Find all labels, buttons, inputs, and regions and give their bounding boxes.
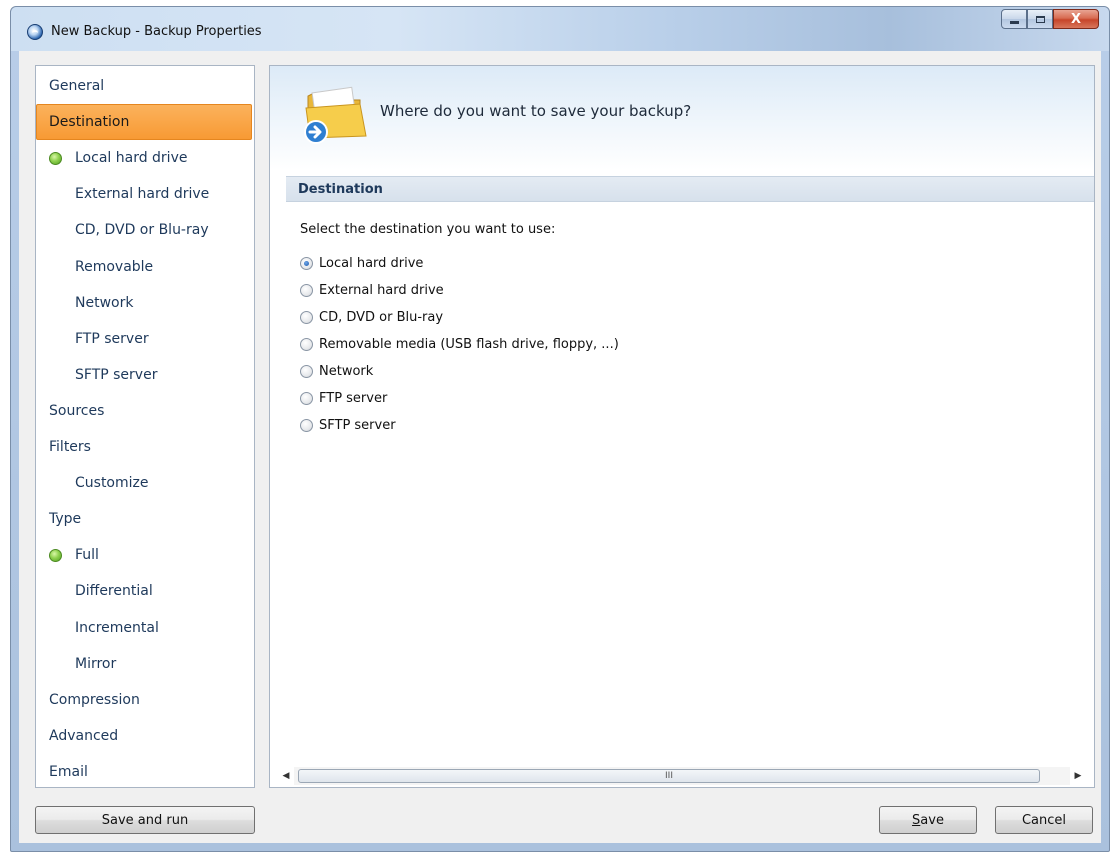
nav-item-label: SFTP server (75, 366, 158, 383)
nav-item[interactable]: Full (37, 537, 253, 573)
green-dot-icon (49, 152, 62, 166)
radio-button[interactable] (300, 364, 313, 378)
nav-item-label: Email (49, 763, 88, 780)
destination-option[interactable]: Local hard drive (300, 252, 423, 274)
nav-item[interactable]: Customize (37, 465, 253, 501)
save-label: ave (920, 812, 944, 828)
nav-item[interactable]: General (37, 68, 253, 104)
nav-item[interactable]: External hard drive (37, 176, 253, 212)
nav-item[interactable]: Type (37, 501, 253, 537)
nav-item[interactable]: Incremental (37, 610, 253, 646)
radio-button[interactable] (300, 256, 313, 270)
nav-item[interactable]: CD, DVD or Blu-ray (37, 212, 253, 248)
destination-option-label: FTP server (319, 390, 388, 406)
destination-option-label: CD, DVD or Blu-ray (319, 309, 444, 325)
scrollbar-track[interactable]: III (294, 767, 1070, 785)
nav-item-label: Incremental (75, 619, 159, 636)
nav-item-label: Differential (75, 583, 153, 600)
nav-item-label: Advanced (49, 727, 119, 744)
nav-item[interactable]: FTP server (37, 321, 253, 357)
nav-item[interactable]: Compression (37, 682, 253, 718)
nav-item-label: Local hard drive (75, 150, 188, 167)
destination-option-label: External hard drive (319, 282, 444, 298)
destination-option-label: Local hard drive (319, 255, 424, 271)
radio-button[interactable] (300, 283, 313, 297)
nav-item[interactable]: Local hard drive (37, 140, 253, 176)
scroll-left-arrow-icon[interactable]: ◀ (278, 767, 294, 785)
destination-instruction: Select the destination you want to use: (300, 222, 556, 237)
nav-item-label: Compression (49, 691, 140, 708)
minimize-icon (1009, 20, 1019, 24)
nav-item[interactable]: Mirror (37, 646, 253, 682)
nav-item[interactable]: Network (37, 285, 253, 321)
section-title: Destination (298, 181, 383, 197)
maximize-icon (1035, 15, 1045, 23)
backup-app-icon[interactable] (27, 24, 43, 40)
radio-button[interactable] (300, 310, 313, 324)
main-panel: Where do you want to save your backup? D… (269, 65, 1095, 788)
nav-item-label: Removable (75, 258, 154, 275)
nav-item[interactable]: Removable (37, 249, 253, 285)
save-and-run-button[interactable]: Save and run (35, 806, 255, 834)
scrollbar-thumb[interactable]: III (298, 769, 1040, 783)
close-button[interactable]: X (1053, 9, 1099, 29)
nav-item-label: Full (75, 547, 99, 564)
nav-item[interactable]: Destination (36, 104, 252, 141)
nav-item[interactable]: Filters (37, 429, 253, 465)
nav-item[interactable]: Differential (37, 573, 253, 609)
cancel-button[interactable]: Cancel (995, 806, 1093, 834)
close-icon: X (1070, 11, 1082, 27)
destination-option-label: Removable media (USB flash drive, floppy… (319, 336, 619, 352)
minimize-button[interactable] (1001, 9, 1027, 29)
save-and-run-label: Save and run (101, 812, 189, 828)
destination-option[interactable]: CD, DVD or Blu-ray (300, 306, 443, 328)
nav-item[interactable]: Email (37, 754, 253, 790)
horizontal-scrollbar[interactable]: ◀ III ▶ (278, 767, 1086, 785)
save-mnemonic: S (912, 812, 921, 828)
nav-item-label: CD, DVD or Blu-ray (75, 222, 209, 239)
nav-item[interactable]: SFTP server (37, 357, 253, 393)
header-question: Where do you want to save your backup? (380, 102, 692, 120)
nav-item-label: Type (49, 511, 82, 528)
nav-item-label: External hard drive (75, 186, 210, 203)
radio-button[interactable] (300, 337, 313, 351)
nav-item[interactable]: Advanced (37, 718, 253, 754)
title-bar[interactable]: New Backup - Backup Properties X (11, 7, 1109, 51)
scrollbar-grip-icon: III (665, 771, 673, 781)
destination-option[interactable]: FTP server (300, 387, 387, 409)
client-area: General Destination Local hard drive Extern… (19, 51, 1101, 843)
window-title: New Backup - Backup Properties (51, 24, 262, 39)
header-band: Where do you want to save your backup? (270, 66, 1094, 170)
caption-buttons: X (1001, 9, 1099, 31)
settings-nav-list[interactable]: General Destination Local hard drive Extern… (35, 65, 255, 788)
destination-option[interactable]: Removable media (USB flash drive, floppy… (300, 333, 619, 355)
nav-item-label: General (49, 78, 105, 94)
maximize-button[interactable] (1027, 9, 1053, 29)
destination-option[interactable]: SFTP server (300, 414, 396, 436)
folder-arrow-icon (304, 86, 367, 144)
radio-button[interactable] (300, 391, 313, 405)
cancel-label: Cancel (1021, 812, 1067, 828)
destination-option[interactable]: Network (300, 360, 373, 382)
section-header: Destination (286, 176, 1094, 202)
nav-item-label: Mirror (75, 655, 117, 672)
nav-item-label: Network (75, 294, 134, 311)
green-dot-icon (49, 549, 62, 563)
destination-option-label: Network (319, 363, 374, 379)
nav-item[interactable]: Sources (37, 393, 253, 429)
save-button[interactable]: Save (879, 806, 977, 834)
destination-option-label: SFTP server (319, 417, 396, 433)
nav-item-label: Customize (75, 475, 149, 492)
destination-option[interactable]: External hard drive (300, 279, 444, 301)
nav-item-label: Destination (49, 114, 130, 131)
radio-button[interactable] (300, 418, 313, 432)
nav-item-label: Filters (49, 439, 91, 455)
nav-item-label: Sources (49, 402, 105, 419)
scroll-right-arrow-icon[interactable]: ▶ (1070, 767, 1086, 785)
backup-properties-window: New Backup - Backup Properties X General… (10, 6, 1110, 852)
nav-item-label: FTP server (75, 330, 149, 347)
